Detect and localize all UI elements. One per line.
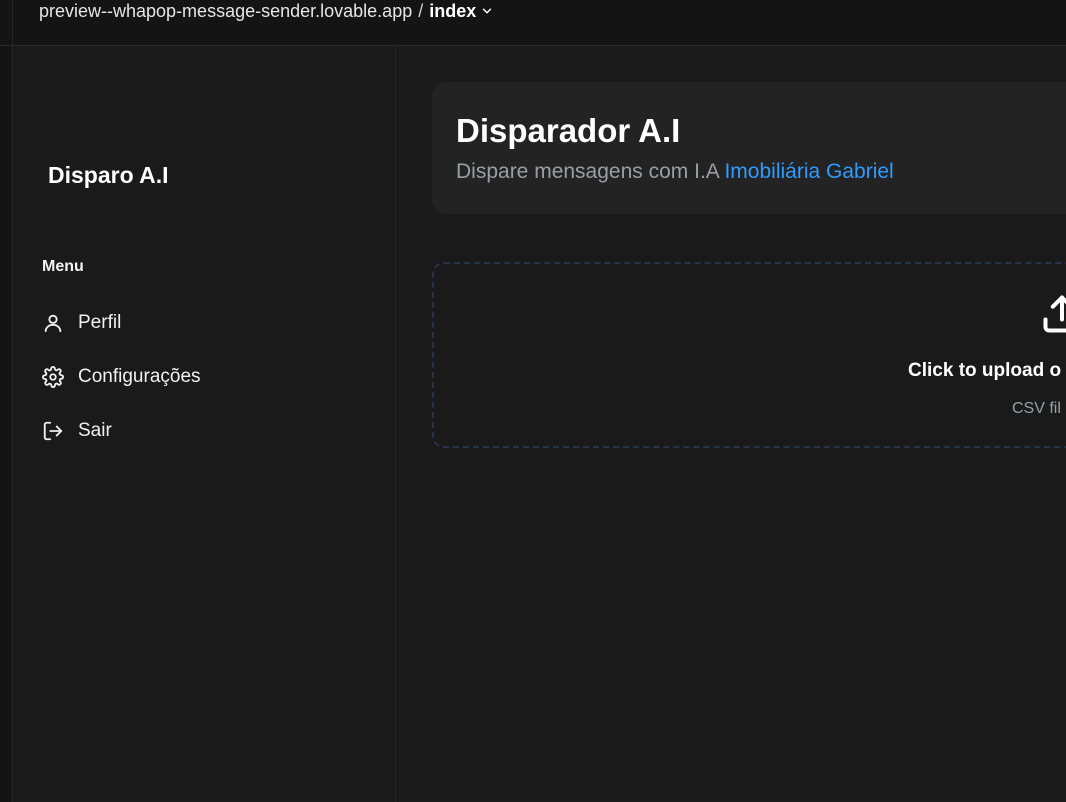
logout-icon [42,420,64,442]
upload-title: Click to upload o [908,360,1062,381]
browser-top-bar: preview--whapop-message-sender.lovable.a… [0,0,1066,46]
breadcrumb[interactable]: preview--whapop-message-sender.lovable.a… [39,0,494,22]
company-name: Imobiliária Gabriel [724,160,894,183]
breadcrumb-separator: / [418,0,424,21]
sidebar-item-label: Sair [78,420,112,441]
breadcrumb-page[interactable]: index [429,1,476,22]
header-card: Disparador A.I Dispare mensagens com I.A… [432,82,1066,214]
brand-title: Disparo A.I [48,162,169,188]
sidebar-item-label: Configurações [78,366,201,387]
user-icon [42,312,64,334]
sidebar-item-label: Perfil [78,312,122,333]
subtitle-text: Dispare mensagens com I.A [456,160,719,183]
breadcrumb-url[interactable]: preview--whapop-message-sender.lovable.a… [39,1,412,22]
sidebar-item-configuracoes[interactable]: Configurações [42,362,201,392]
gear-icon [42,366,64,388]
page-title: Disparador A.I [456,112,681,149]
sidebar-item-perfil[interactable]: Perfil [42,308,121,338]
chevron-down-icon[interactable] [480,4,494,18]
upload-hint: CSV fil [1012,400,1061,417]
upload-icon [1040,292,1066,341]
sidebar-item-sair[interactable]: Sair [42,416,112,446]
csv-upload-dropzone[interactable]: Click to upload o CSV fil [432,262,1066,448]
sidebar: Disparo A.I Menu Perfil Configurações Sa… [13,46,396,802]
page-subtitle: Dispare mensagens com I.A Imobiliária Ga… [456,160,894,184]
menu-heading: Menu [42,258,84,275]
main-content: Disparador A.I Dispare mensagens com I.A… [396,46,1066,802]
